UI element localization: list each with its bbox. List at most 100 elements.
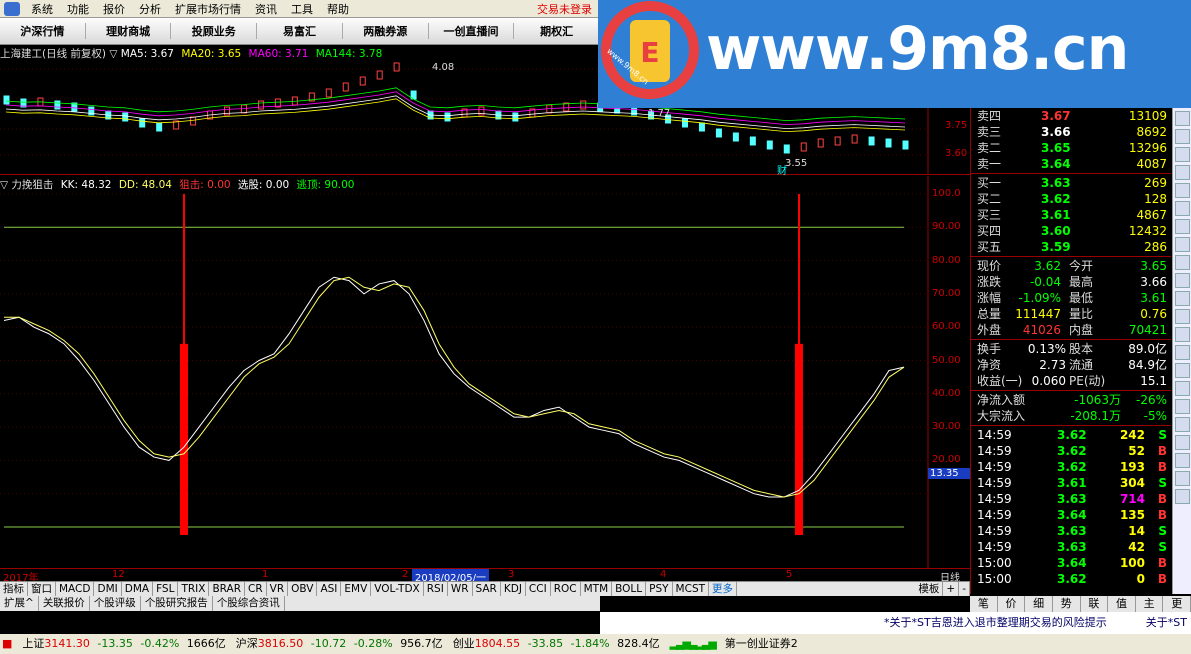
indicator-tabbar: 指标 窗口 MACD DMI DMA FSL TRIX BRAR CR VR O… (0, 581, 970, 596)
tool-icon[interactable] (1175, 453, 1190, 468)
news-text[interactable]: *关于*ST吉恩进入退市整理期交易的风险提示 (884, 616, 1107, 629)
ind-tab[interactable]: EMV (341, 582, 372, 596)
ask-row: 卖二 3.65 13296 (977, 141, 1167, 155)
tool-icon[interactable] (1175, 309, 1190, 324)
tab-margin[interactable]: 两融券源 (343, 23, 429, 39)
ind-tab[interactable]: RSI (424, 582, 448, 596)
ext-tab[interactable]: 个股研究报告 (141, 596, 213, 611)
menu-item-system[interactable]: 系统 (24, 1, 60, 17)
ind-tab[interactable]: ASI (317, 582, 342, 596)
snipe-bar (795, 343, 803, 535)
tab-yifuhui[interactable]: 易富汇 (257, 23, 343, 39)
tool-icon[interactable] (1175, 147, 1190, 162)
template-button[interactable]: 模板 (915, 582, 944, 596)
tool-icon[interactable] (1175, 165, 1190, 180)
ext-tab[interactable]: 关联报价 (39, 596, 90, 611)
rtab[interactable]: 主 (1136, 596, 1164, 612)
ext-tab[interactable]: 个股综合资讯 (213, 596, 285, 611)
ind-tab[interactable]: KDJ (501, 582, 526, 596)
ind-tab-more[interactable]: 更多 (709, 582, 738, 596)
tab-advisor[interactable]: 投顾业务 (171, 23, 258, 39)
menu-item-function[interactable]: 功能 (60, 1, 96, 17)
watermark-domain: www.9m8.cn (706, 14, 1129, 84)
flow-row: 大宗流入 -208.1万 -5% (977, 409, 1167, 423)
ind-tab[interactable]: WR (448, 582, 473, 596)
tool-icon[interactable] (1175, 129, 1190, 144)
rtab[interactable]: 笔 (970, 596, 998, 612)
menu-item-news[interactable]: 资讯 (248, 1, 284, 17)
ind-tab[interactable]: OBV (288, 582, 318, 596)
ind-tab[interactable]: DMA (122, 582, 154, 596)
tool-icon[interactable] (1175, 291, 1190, 306)
tool-icon[interactable] (1175, 327, 1190, 342)
ind-tab[interactable]: PSY (646, 582, 673, 596)
tool-icon[interactable] (1175, 489, 1190, 504)
tool-icon[interactable] (1175, 345, 1190, 360)
tool-icon[interactable] (1175, 381, 1190, 396)
tool-icon[interactable] (1175, 399, 1190, 414)
tool-icon[interactable] (1175, 471, 1190, 486)
menu-item-quote[interactable]: 报价 (96, 1, 132, 17)
quote-row: 总量 111447 量比 0.76 (977, 307, 1167, 321)
tab-market[interactable]: 沪深行情 (0, 23, 86, 39)
index-hs[interactable]: 沪深3816.50 -10.72 -0.28% 956.7亿 (236, 634, 443, 654)
rtab[interactable]: 价 (998, 596, 1026, 612)
news-text-right[interactable]: 关于*ST (1146, 612, 1187, 634)
ind-tab[interactable]: BOLL (612, 582, 647, 596)
ind-tab[interactable]: CR (245, 582, 267, 596)
price-y-label: 3.60 (945, 148, 968, 159)
index-cy[interactable]: 创业1804.55 -33.85 -1.84% 828.4亿 (453, 634, 660, 654)
ind-tab[interactable]: SAR (473, 582, 501, 596)
ind-tab[interactable]: CCI (526, 582, 551, 596)
time-label: 12 (112, 569, 125, 580)
index-sh[interactable]: 上证3141.30 -13.35 -0.42% 1666亿 (22, 634, 225, 654)
remove-button[interactable]: - (959, 582, 970, 596)
tool-icon[interactable] (1175, 435, 1190, 450)
tool-icon[interactable] (1175, 201, 1190, 216)
tool-icon[interactable] (1175, 255, 1190, 270)
high-label: 4.08 (432, 62, 455, 73)
news-ticker[interactable]: *关于*ST吉恩进入退市整理期交易的风险提示 关于*ST (600, 612, 1191, 634)
ind-tab[interactable]: DMI (94, 582, 122, 596)
broker-name[interactable]: 第一创业证券2 (725, 634, 798, 654)
tool-icon[interactable] (1175, 111, 1190, 126)
ind-tab[interactable]: MTM (581, 582, 613, 596)
indicator-y-label: 100.0 (932, 188, 961, 199)
ind-tab[interactable]: VOL-TDX (371, 582, 424, 596)
menu-item-ext-market[interactable]: 扩展市场行情 (168, 1, 248, 17)
rtab[interactable]: 值 (1108, 596, 1136, 612)
ext-tab[interactable]: 个股评级 (90, 596, 141, 611)
rtab[interactable]: 联 (1081, 596, 1109, 612)
tab-live[interactable]: 一创直播间 (429, 23, 515, 39)
tool-icon[interactable] (1175, 237, 1190, 252)
tab-options[interactable]: 期权汇 (514, 23, 601, 39)
menu-item-help[interactable]: 帮助 (320, 1, 356, 17)
menu-item-tools[interactable]: 工具 (284, 1, 320, 17)
ind-tab[interactable]: MCST (673, 582, 710, 596)
ind-tab[interactable]: FSL (153, 582, 179, 596)
price-y-label: 3.75 (945, 120, 968, 131)
add-button[interactable]: + (943, 582, 960, 596)
tool-icon[interactable] (1175, 219, 1190, 234)
ext-tab[interactable]: 扩展^ (0, 596, 39, 611)
tool-icon[interactable] (1175, 363, 1190, 378)
ind-tab[interactable]: ROC (551, 582, 581, 596)
candle (885, 138, 892, 148)
tab-mall[interactable]: 理财商城 (86, 23, 172, 39)
rtab[interactable]: 更 (1163, 596, 1191, 612)
login-status[interactable]: 交易未登录 (537, 1, 600, 17)
menu-item-analysis[interactable]: 分析 (132, 1, 168, 17)
indicator-chart[interactable] (0, 176, 970, 568)
tool-icon[interactable] (1175, 183, 1190, 198)
tool-icon[interactable] (1175, 273, 1190, 288)
ind-tab[interactable]: VR (267, 582, 289, 596)
time-label: 4 (660, 569, 667, 580)
ind-tab[interactable]: MACD (56, 582, 95, 596)
ind-tab[interactable]: TRIX (178, 582, 210, 596)
tool-icon[interactable] (1175, 417, 1190, 432)
ind-tab[interactable]: 窗口 (28, 582, 56, 596)
ind-tab[interactable]: BRAR (209, 582, 245, 596)
rtab[interactable]: 势 (1053, 596, 1081, 612)
ind-tab[interactable]: 指标 (0, 582, 28, 596)
rtab[interactable]: 细 (1025, 596, 1053, 612)
